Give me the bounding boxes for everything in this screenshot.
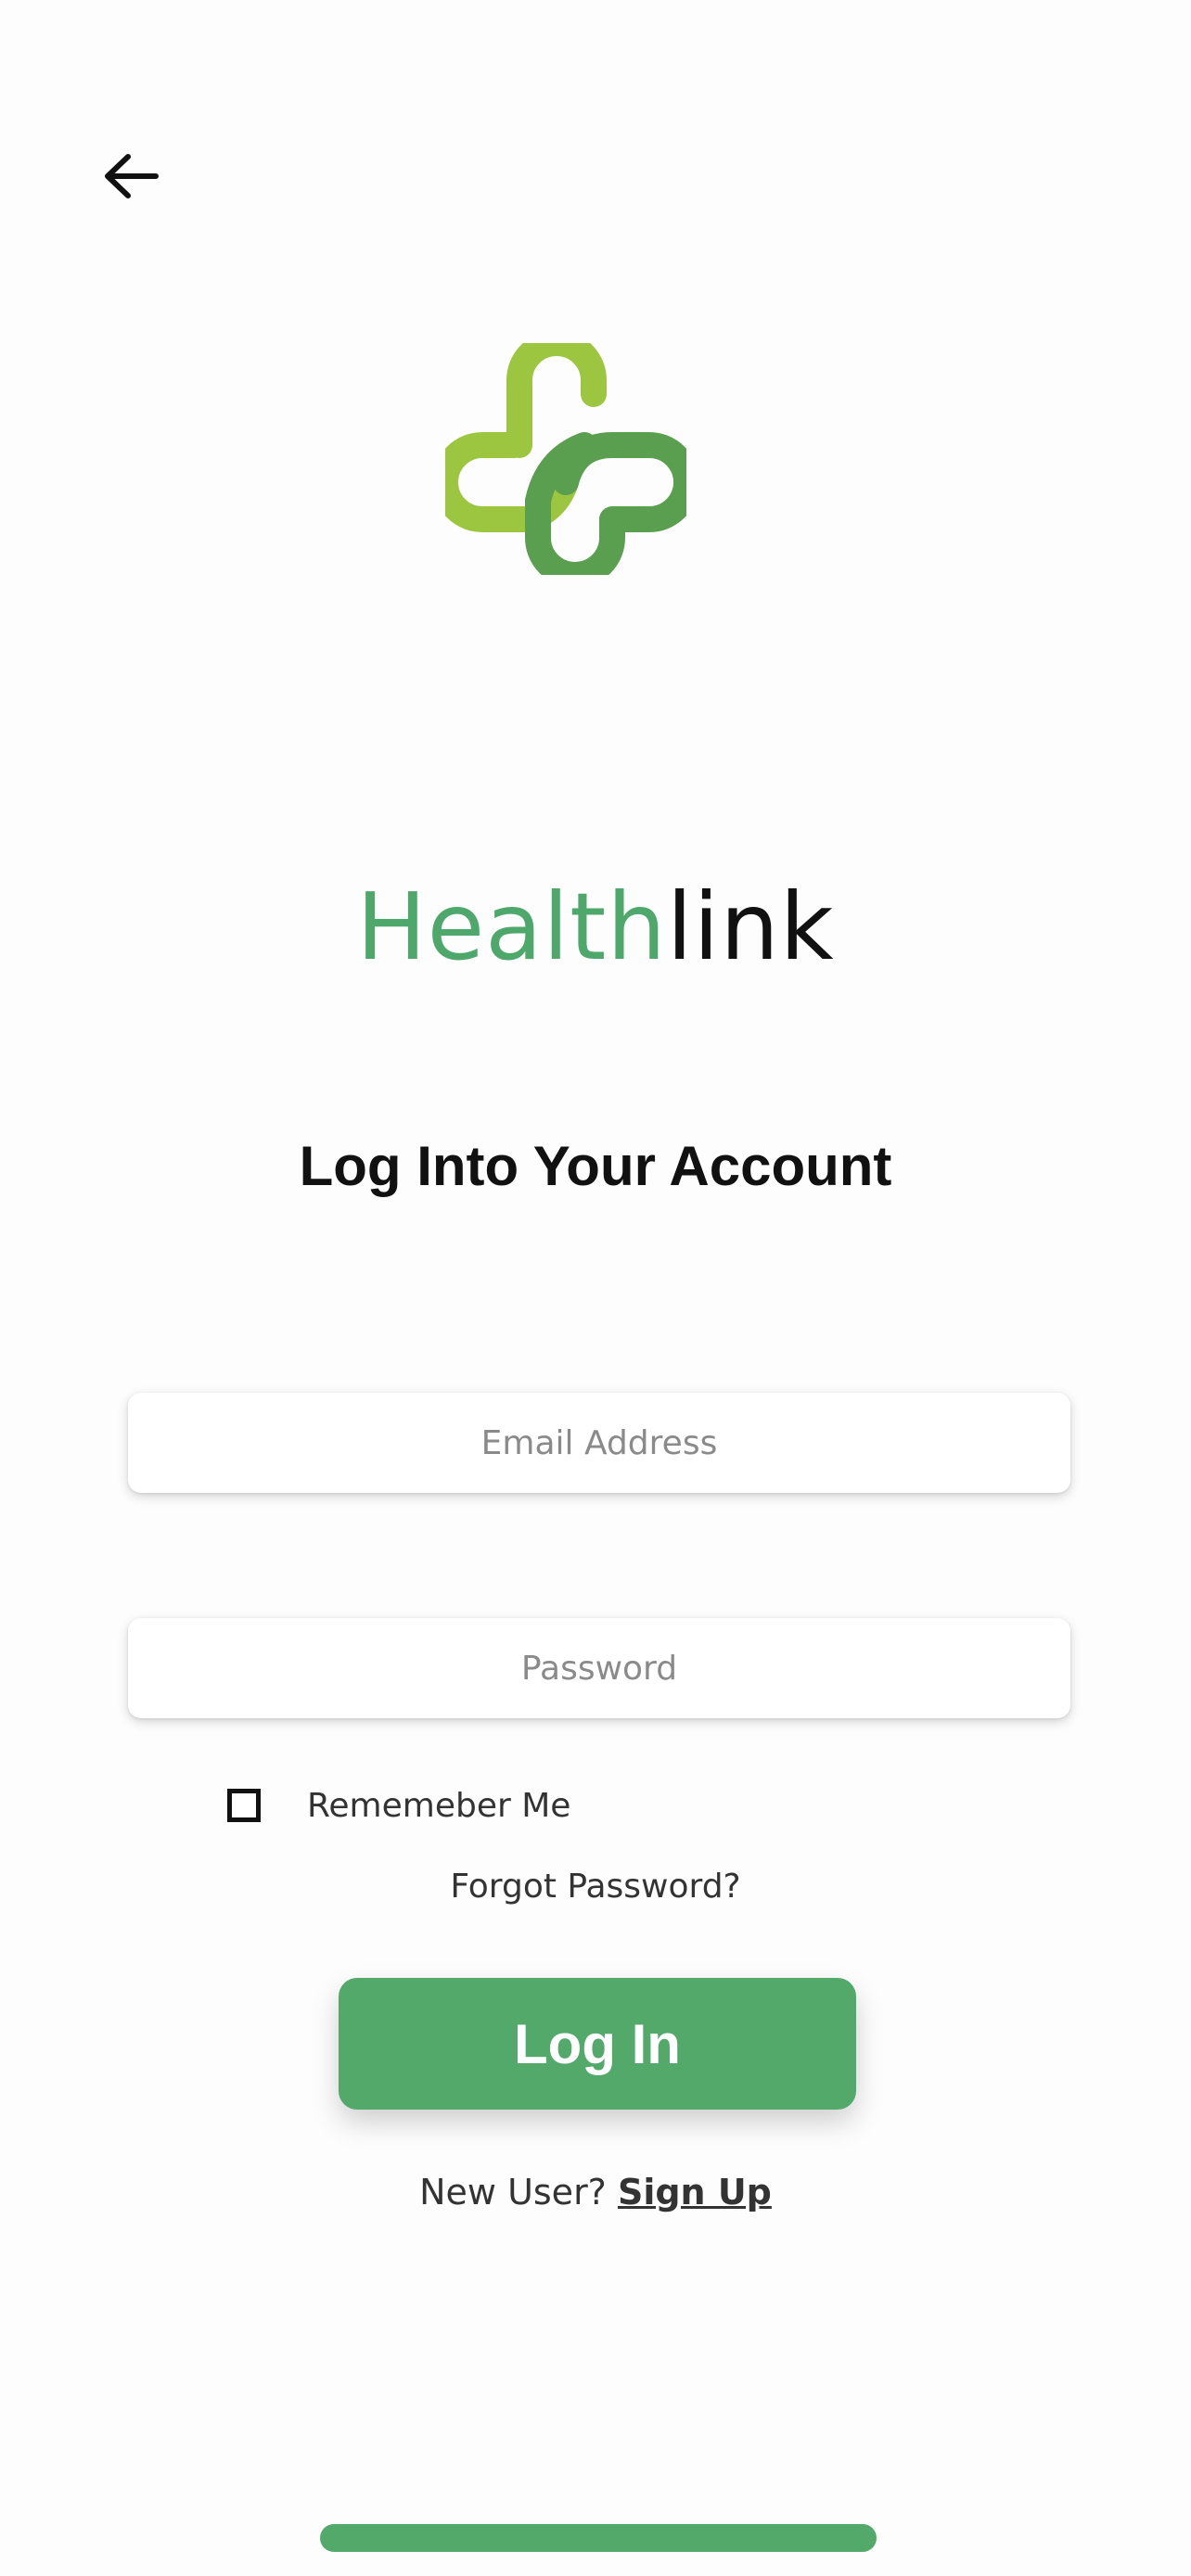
home-indicator [320,2524,877,2552]
page-title: Log Into Your Account [299,1135,892,1197]
brand-name-part1: Health [356,873,667,981]
email-field[interactable] [128,1393,1070,1493]
login-button[interactable]: Log In [339,1978,856,2110]
login-screen: Healthlink Log Into Your Account Rememeb… [0,0,1191,2576]
password-field[interactable] [128,1618,1070,1718]
login-button-label: Log In [514,2012,681,2075]
email-field-container [128,1393,1070,1493]
signup-prompt: New User? [419,2172,607,2213]
password-field-container [128,1618,1070,1718]
remember-me-label: Rememeber Me [307,1786,571,1825]
remember-me-row: Rememeber Me [227,1782,570,1829]
brand-name-part2: link [666,873,835,981]
signup-row: New User? Sign Up [0,2166,1191,2218]
arrow-left-icon [105,154,159,198]
medical-cross-logo-icon [445,343,686,575]
signup-link[interactable]: Sign Up [618,2172,772,2213]
back-button[interactable] [93,139,167,213]
remember-me-checkbox[interactable] [227,1789,261,1822]
brand-wordmark: Healthlink [0,867,1191,988]
forgot-password-link[interactable]: Forgot Password? [0,1864,1191,1910]
